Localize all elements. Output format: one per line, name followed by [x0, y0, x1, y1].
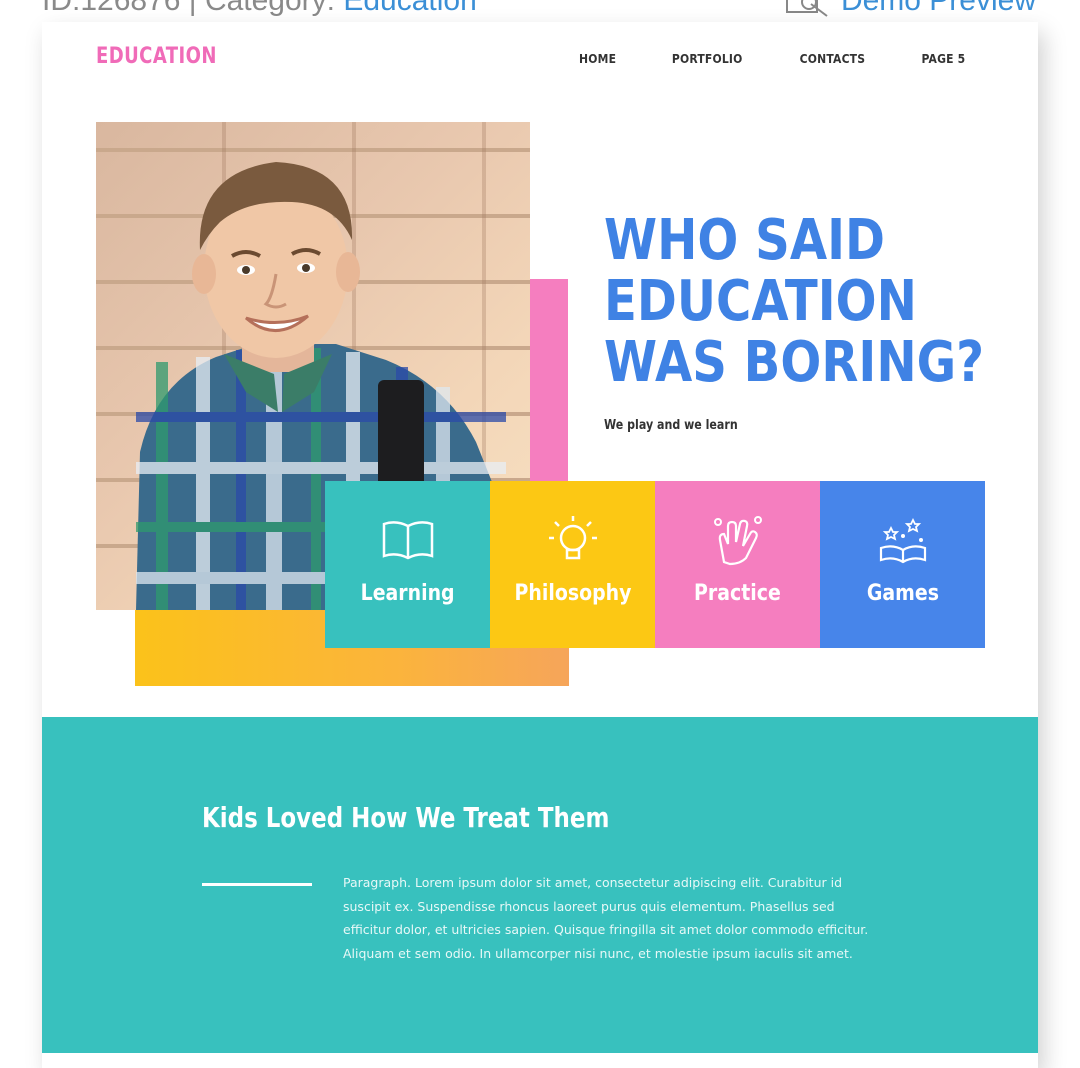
headline-line-2: EDUCATION — [604, 269, 917, 334]
nav-contacts[interactable]: CONTACTS — [800, 52, 866, 66]
tile-practice-label: Practice — [694, 581, 781, 606]
site-logo[interactable]: EDUCATION — [96, 44, 217, 69]
feature-tiles: Learning Philosophy Practice Games — [325, 481, 985, 648]
template-preview: EDUCATION HOME PORTFOLIO CONTACTS PAGE 5 — [42, 22, 1038, 1068]
category-link[interactable]: Education — [343, 0, 476, 17]
tile-learning-label: Learning — [360, 581, 455, 606]
listing-meta: ID:126876 | Category: Education — [42, 0, 477, 18]
tile-philosophy[interactable]: Philosophy — [490, 481, 655, 648]
tile-philosophy-label: Philosophy — [514, 581, 631, 606]
section-title: Kids Loved How We Treat Them — [202, 801, 610, 834]
preview-icon — [785, 0, 828, 17]
nav-home[interactable]: HOME — [579, 52, 616, 66]
tile-practice[interactable]: Practice — [655, 481, 820, 648]
headline-line-1: WHO SAID — [604, 208, 885, 273]
hero-subline: We play and we learn — [604, 418, 738, 433]
hero-headline: WHO SAID EDUCATION WAS BORING? — [604, 210, 984, 393]
nav-portfolio[interactable]: PORTFOLIO — [672, 52, 743, 66]
listing-id: ID:126876 — [42, 0, 181, 17]
headline-line-3: WAS BORING? — [604, 330, 985, 395]
tile-games-label: Games — [866, 581, 939, 606]
tile-games[interactable]: Games — [820, 481, 985, 648]
magic-book-icon — [875, 517, 931, 564]
testimonial-section: Kids Loved How We Treat Them Paragraph. … — [42, 717, 1038, 1053]
category-label: Category: — [204, 0, 336, 17]
listing-header: ID:126876 | Category: Education Demo Pre… — [0, 0, 1080, 22]
section-divider — [202, 883, 312, 886]
open-book-icon — [380, 517, 436, 563]
listing-separator: | — [188, 0, 197, 17]
nav-page-5[interactable]: PAGE 5 — [922, 52, 966, 66]
main-nav: HOME PORTFOLIO CONTACTS PAGE 5 — [577, 52, 968, 66]
demo-preview-label: Demo Preview — [840, 0, 1036, 17]
demo-preview-link[interactable]: Demo Preview — [785, 0, 1036, 18]
lightbulb-icon — [547, 516, 599, 563]
next-section-edge — [42, 1053, 1038, 1068]
tile-learning[interactable]: Learning — [325, 481, 490, 648]
clapping-hands-icon — [710, 516, 766, 566]
pink-accent-bar — [528, 279, 568, 489]
section-paragraph: Paragraph. Lorem ipsum dolor sit amet, c… — [343, 875, 869, 961]
